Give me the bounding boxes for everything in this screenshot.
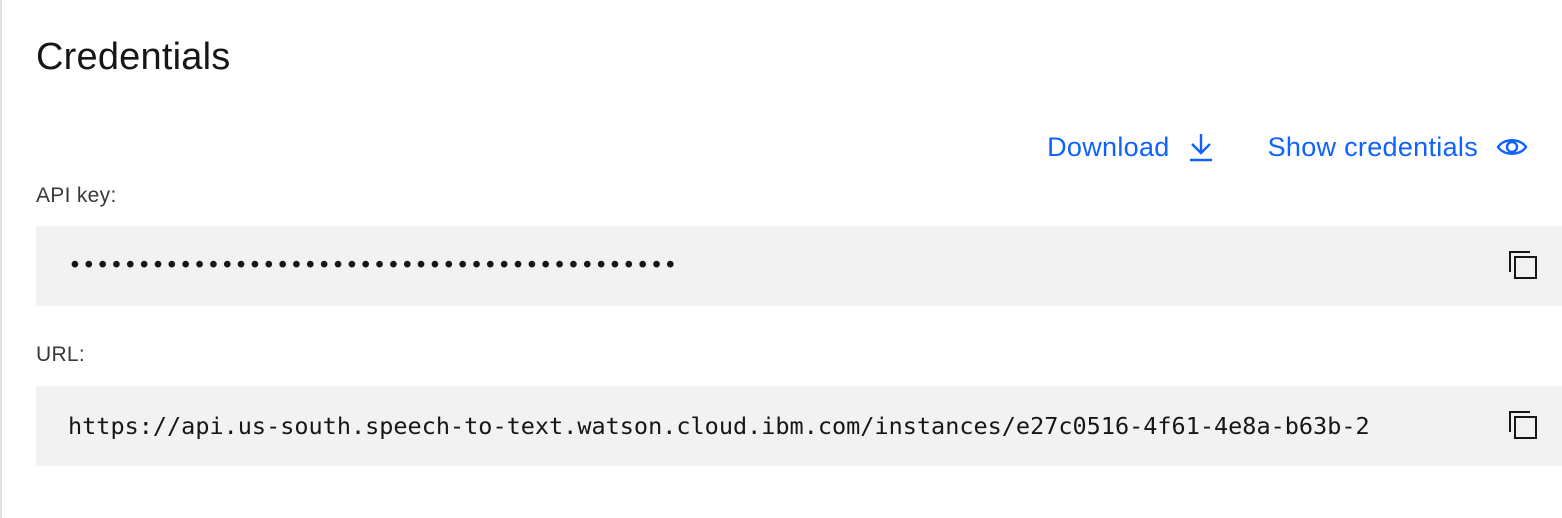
eye-icon [1496, 135, 1528, 159]
api-key-copy-button[interactable] [1506, 250, 1540, 284]
url-value: https://api.us-south.speech-to-text.wats… [68, 412, 1370, 440]
copy-icon [1507, 409, 1539, 446]
url-label: URL: [36, 343, 86, 366]
download-icon [1188, 132, 1214, 162]
url-field: https://api.us-south.speech-to-text.wats… [36, 386, 1562, 466]
page-title: Credentials [36, 36, 231, 78]
download-label: Download [1047, 132, 1170, 162]
api-key-field: ••••••••••••••••••••••••••••••••••••••••… [36, 226, 1562, 306]
api-key-value: ••••••••••••••••••••••••••••••••••••••••… [68, 253, 678, 279]
url-copy-button[interactable] [1506, 410, 1540, 444]
credentials-panel: Credentials Download Show credentials AP… [0, 0, 1562, 518]
credentials-actions: Download Show credentials [1047, 128, 1528, 166]
api-key-label: API key: [36, 184, 117, 207]
download-button[interactable]: Download [1047, 128, 1213, 166]
show-credentials-label: Show credentials [1267, 132, 1478, 162]
copy-icon [1507, 249, 1539, 286]
show-credentials-button[interactable]: Show credentials [1268, 128, 1528, 166]
